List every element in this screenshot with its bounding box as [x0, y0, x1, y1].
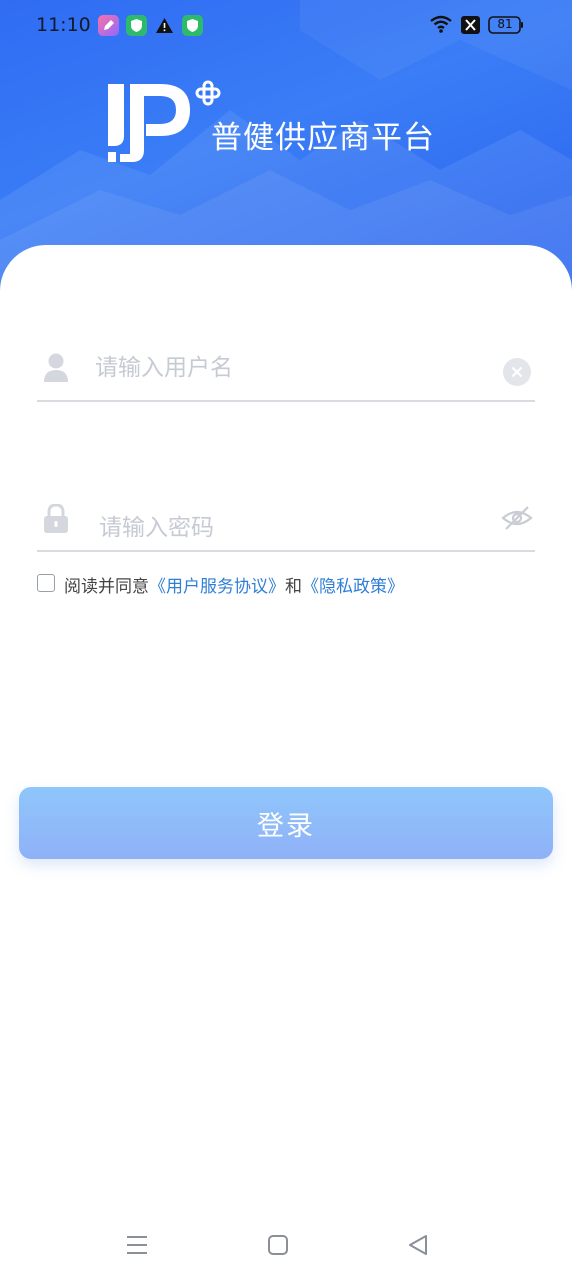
privacy-policy-link[interactable]: 《隐私政策》: [302, 577, 404, 597]
status-bar: 11:10 81: [0, 0, 572, 50]
agree-prefix: 阅读并同意: [64, 577, 149, 597]
password-input[interactable]: [99, 508, 479, 548]
username-field: [37, 342, 535, 402]
menu-icon[interactable]: [125, 1234, 149, 1260]
lock-icon: [43, 503, 69, 538]
system-nav-bar: [0, 1205, 572, 1280]
pencil-app-icon: [98, 15, 119, 36]
home-icon[interactable]: [267, 1234, 289, 1260]
wifi-icon: [429, 14, 453, 39]
agree-conjunction: 和: [285, 577, 302, 597]
warning-icon: [154, 15, 175, 36]
app-title: 普健供应商平台: [211, 120, 435, 156]
agreement-text: 阅读并同意《用户服务协议》和《隐私政策》: [64, 572, 404, 597]
user-icon: [43, 352, 69, 386]
shield-app-icon: [182, 15, 203, 36]
user-agreement-link[interactable]: 《用户服务协议》: [149, 577, 285, 597]
login-button[interactable]: 登录: [19, 787, 553, 859]
username-input[interactable]: [95, 348, 475, 388]
status-time: 11:10: [36, 14, 91, 36]
clear-icon[interactable]: [503, 358, 531, 386]
agree-checkbox[interactable]: [37, 574, 55, 592]
eye-off-icon[interactable]: [501, 504, 533, 536]
battery-icon: 81: [488, 16, 524, 34]
shield-app-icon: [126, 15, 147, 36]
back-icon[interactable]: [407, 1233, 429, 1261]
password-field: [37, 492, 535, 552]
battery-level: 81: [497, 17, 513, 31]
sim-off-icon: [461, 16, 480, 34]
